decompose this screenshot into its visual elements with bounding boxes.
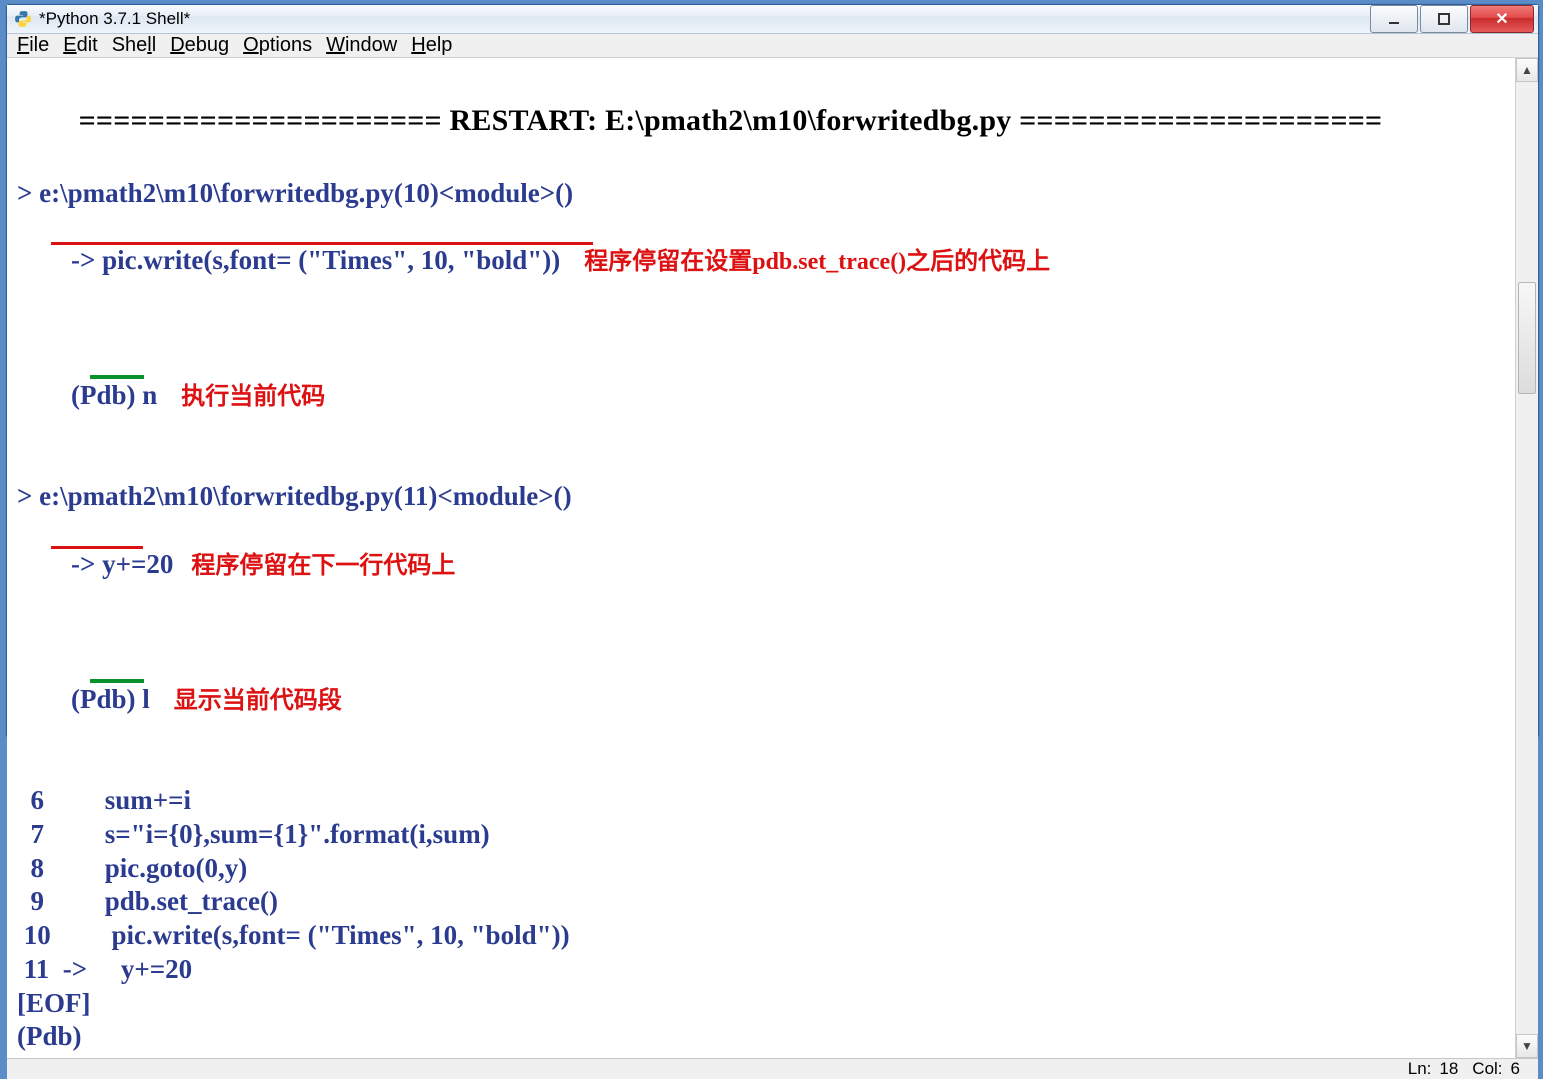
pdb-prompt-3: (Pdb) [17,1020,1507,1054]
window-controls: ✕ [1370,5,1534,33]
statusbar: Ln: 18 Col: 6 [7,1058,1538,1079]
scroll-track[interactable] [1516,82,1538,1034]
trace-line-3: > e:\pmath2\m10\forwritedbg.py(11)<modul… [17,480,1507,514]
minimize-button[interactable] [1370,5,1418,33]
listing-row: 10 pic.write(s,font= ("Times", 10, "bold… [17,919,1507,953]
scroll-up-button[interactable]: ▲ [1516,58,1538,82]
listing-row: 7 s="i={0},sum={1}".format(i,sum) [17,818,1507,852]
pdb-prompt-1: (Pdb) n 执行当前代码 [17,345,1507,480]
scroll-down-button[interactable]: ▼ [1516,1034,1538,1058]
content-area: ===================== RESTART: E:\pmath2… [7,58,1538,1058]
status-col-label: Col: [1472,1059,1502,1079]
status-ln-value: 18 [1439,1059,1458,1079]
python-app-icon [13,9,33,29]
status-col-value: 6 [1511,1059,1520,1079]
menu-debug[interactable]: Debug [170,34,229,57]
close-icon: ✕ [1495,9,1508,29]
trace-line-1: > e:\pmath2\m10\forwritedbg.py(10)<modul… [17,177,1507,211]
listing-row: 11 -> y+=20 [17,953,1507,987]
menu-help[interactable]: Help [411,34,452,57]
listing-row: 8 pic.goto(0,y) [17,852,1507,886]
maximize-button[interactable] [1420,5,1468,33]
menu-window[interactable]: Window [326,34,397,57]
trace-line-4: -> y+=20 程序停留在下一行代码上 [17,514,1507,649]
window-title: *Python 3.7.1 Shell* [39,9,190,29]
restart-banner: ===================== RESTART: E:\pmath2… [17,64,1507,177]
pdb-prompt-2: (Pdb) l 显示当前代码段 [17,649,1507,784]
shell-output[interactable]: ===================== RESTART: E:\pmath2… [7,58,1515,1058]
close-button[interactable]: ✕ [1470,5,1534,33]
menu-file[interactable]: File [17,34,49,57]
python-shell-window: *Python 3.7.1 Shell* ✕ File Edit Shell D… [6,4,1539,737]
status-ln-label: Ln: [1408,1059,1432,1079]
eof-marker: [EOF] [17,987,1507,1021]
listing-row: 6 sum+=i [17,784,1507,818]
vertical-scrollbar[interactable]: ▲ ▼ [1515,58,1538,1058]
listing-row: 9 pdb.set_trace() [17,885,1507,919]
titlebar[interactable]: *Python 3.7.1 Shell* ✕ [7,5,1538,34]
menubar: File Edit Shell Debug Options Window Hel… [7,34,1538,58]
menu-options[interactable]: Options [243,34,312,57]
scroll-thumb[interactable] [1518,282,1536,394]
trace-line-2: -> pic.write(s,font= ("Times", 10, "bold… [17,210,1507,345]
menu-shell[interactable]: Shell [112,34,157,57]
menu-edit[interactable]: Edit [63,34,97,57]
